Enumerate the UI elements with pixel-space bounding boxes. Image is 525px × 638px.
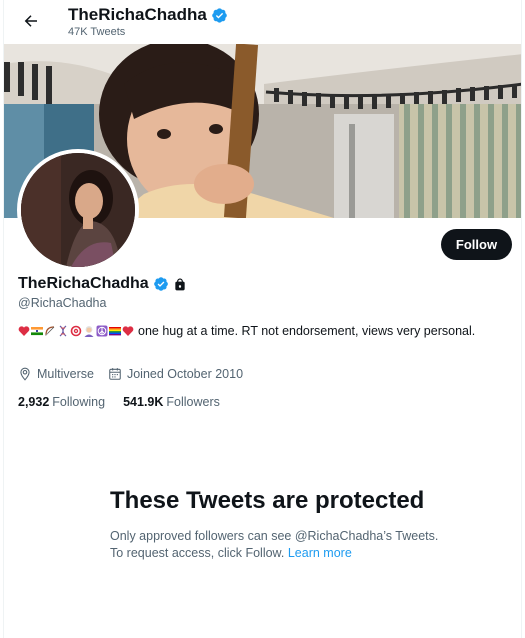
profile-header: TheRichaChadha 47K Tweets [4, 0, 521, 44]
header-name: TheRichaChadha [68, 5, 207, 24]
protected-text: Only approved followers can see @RichaCh… [110, 528, 440, 562]
profile-handle: @RichaChadha [18, 296, 107, 310]
peace-symbol-icon [96, 325, 108, 337]
tweet-count: 47K Tweets [68, 26, 126, 38]
protected-title: These Tweets are protected [110, 487, 425, 514]
followers-link[interactable]: 541.9K Followers [123, 395, 220, 409]
learn-more-link[interactable]: Learn more [288, 546, 352, 560]
bio-emoji-row [18, 325, 134, 337]
india-flag-icon [31, 327, 43, 336]
display-name: TheRichaChadha [18, 275, 149, 292]
location-text: Multiverse [37, 367, 94, 381]
following-count: 2,932 [18, 395, 50, 409]
location: Multiverse [18, 367, 94, 381]
target-icon [70, 325, 82, 337]
profile-meta: Multiverse Joined October 2010 [18, 367, 243, 381]
lock-icon [175, 277, 185, 290]
verified-badge-icon [153, 277, 168, 291]
profile-name: TheRichaChadha [18, 275, 187, 293]
rainbow-flag-icon [109, 327, 121, 336]
following-link[interactable]: 2,932 Following [18, 395, 105, 409]
avatar-photo [21, 153, 135, 267]
location-pin-icon [20, 367, 30, 381]
verified-badge-icon [212, 7, 227, 23]
protected-description: Only approved followers can see @RichaCh… [110, 529, 439, 560]
follow-counts: 2,932 Following 541.9K Followers [18, 395, 220, 409]
back-button[interactable] [16, 6, 46, 36]
following-label: Following [52, 395, 106, 409]
dna-icon [59, 325, 67, 337]
profile-avatar[interactable] [17, 149, 139, 271]
red-heart-icon [18, 326, 30, 336]
followers-label: Followers [166, 395, 220, 409]
arrow-left-icon [24, 15, 37, 27]
red-heart-icon [122, 326, 134, 336]
person-white-hair-icon [84, 326, 94, 337]
follow-button[interactable]: Follow [441, 229, 512, 260]
joined-date: Joined October 2010 [108, 367, 243, 381]
bio-text: one hug at a time. RT not endorsement, v… [138, 324, 476, 338]
profile-bio: one hug at a time. RT not endorsement, v… [18, 322, 498, 340]
archery-icon [45, 326, 55, 336]
calendar-icon [109, 368, 121, 380]
protected-notice: These Tweets are protected Only approved… [110, 486, 440, 562]
joined-text: Joined October 2010 [126, 367, 244, 381]
header-title: TheRichaChadha [68, 5, 228, 25]
profile-page: TheRichaChadha 47K Tweets Follow TheRich… [3, 0, 522, 638]
followers-count: 541.9K [123, 395, 164, 409]
